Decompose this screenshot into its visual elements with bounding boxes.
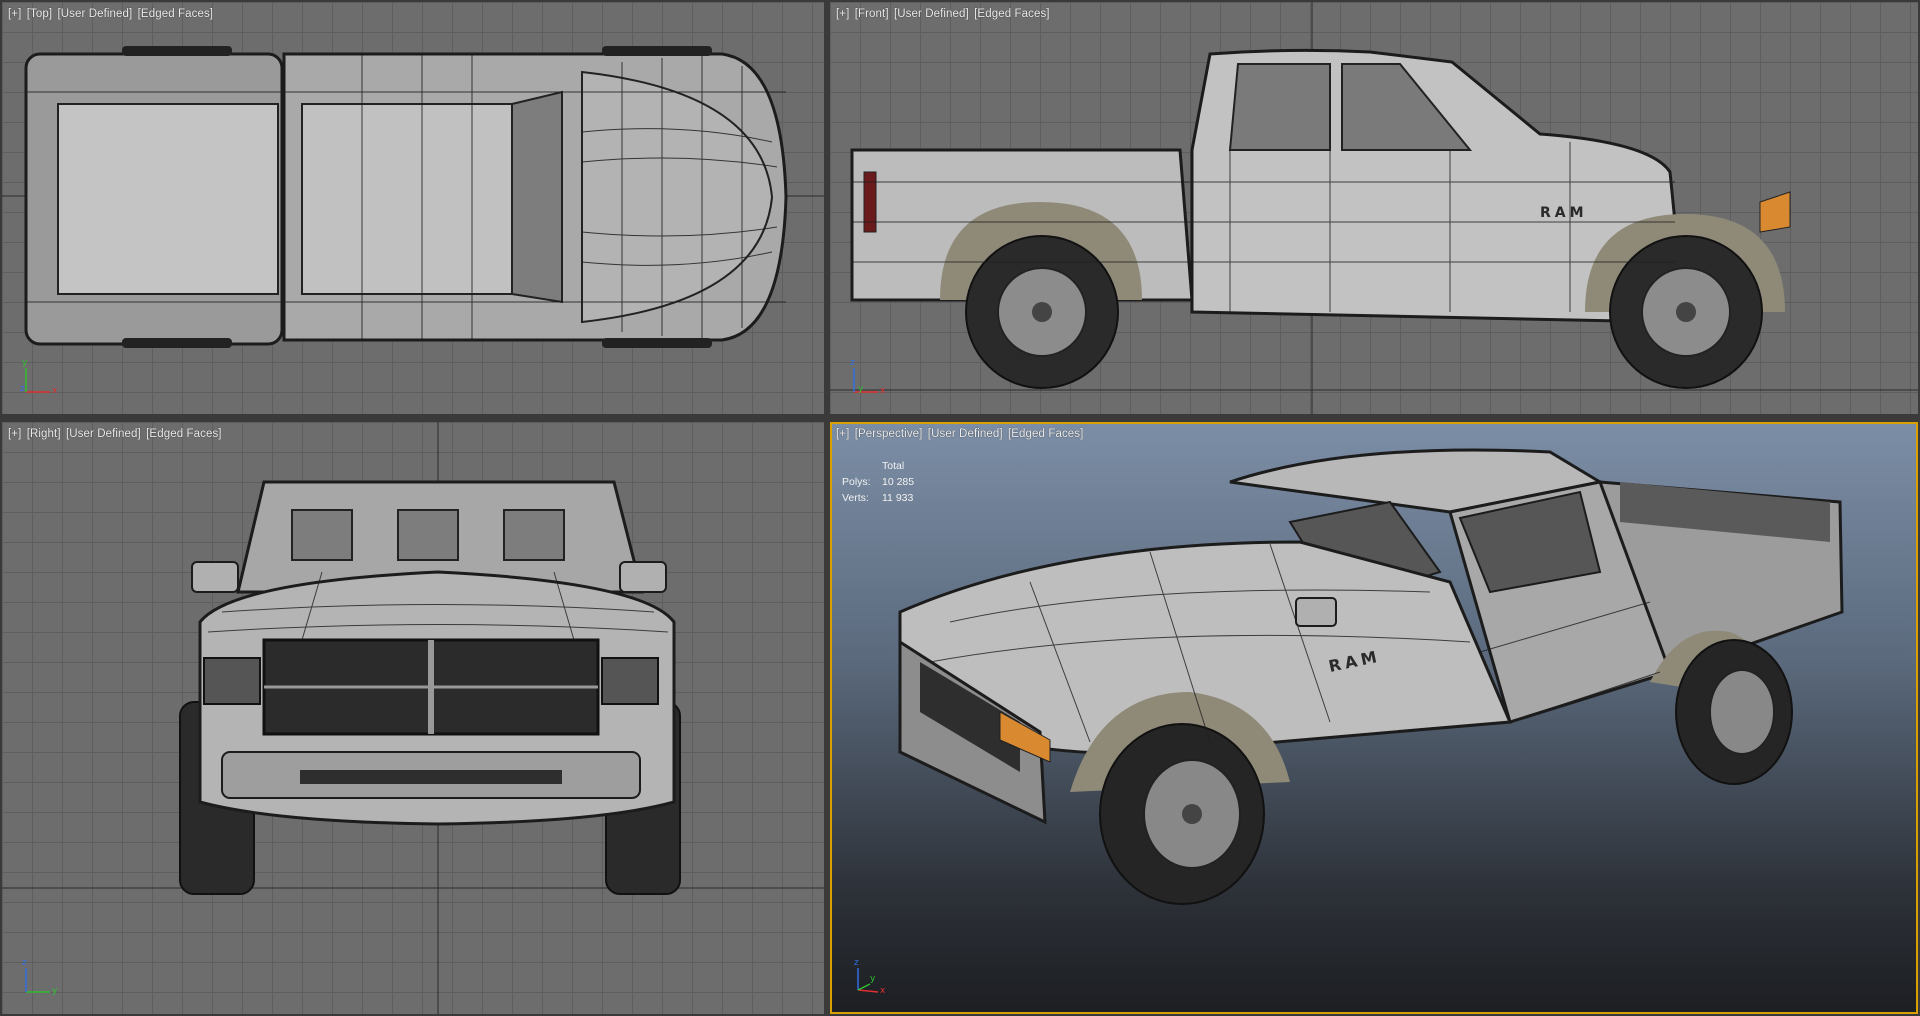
viewport-label-top[interactable]: [+] [Top] [User Defined] [Edged Faces] bbox=[8, 8, 215, 20]
viewport-label-front[interactable]: [+] [Front] [User Defined] [Edged Faces] bbox=[836, 8, 1052, 20]
viewport-menu-button[interactable]: [+] bbox=[8, 428, 21, 440]
ram-badge-side: RAM bbox=[1540, 205, 1588, 221]
viewport-menu-button[interactable]: [+] bbox=[836, 8, 849, 20]
statistics-overlay: Total Polys: 10 285 Verts: 11 933 bbox=[842, 458, 942, 506]
axis-x-label: x bbox=[880, 986, 886, 996]
axis-tripod-icon: y z bbox=[20, 958, 60, 998]
view-type-label[interactable]: [Top] bbox=[27, 8, 52, 20]
truck-front-view bbox=[2, 422, 824, 1014]
viewport-perspective[interactable]: RAM [+] [Perspective] [User Defined] [Ed… bbox=[830, 422, 1918, 1014]
display-mode-label[interactable]: [Edged Faces] bbox=[138, 8, 213, 20]
axis-tripod-icon: x z y bbox=[848, 958, 888, 998]
viewport-right[interactable]: [+] [Right] [User Defined] [Edged Faces]… bbox=[2, 422, 824, 1014]
display-mode-label[interactable]: [Edged Faces] bbox=[146, 428, 221, 440]
viewport-front[interactable]: RAM [+] [Front] [User Defined] [Edged Fa… bbox=[830, 2, 1918, 414]
viewport-menu-button[interactable]: [+] bbox=[8, 8, 21, 20]
verts-value: 11 933 bbox=[882, 492, 914, 504]
stats-header: Total bbox=[882, 460, 905, 472]
axis-y-label: y bbox=[52, 986, 58, 996]
axis-y-label: y bbox=[858, 384, 864, 394]
axis-y-label: y bbox=[870, 974, 876, 984]
axis-z-label: z bbox=[22, 958, 27, 968]
truck-top-view bbox=[2, 46, 824, 348]
axis-tripod-icon: x z y bbox=[848, 358, 888, 398]
viewport-label-right[interactable]: [+] [Right] [User Defined] [Edged Faces] bbox=[8, 428, 224, 440]
axis-y-label: y bbox=[22, 358, 28, 368]
shading-label[interactable]: [User Defined] bbox=[57, 8, 132, 20]
axis-z-label: z bbox=[854, 958, 859, 968]
display-mode-label[interactable]: [Edged Faces] bbox=[1008, 428, 1083, 440]
axis-z-label: z bbox=[20, 384, 25, 394]
viewport-top[interactable]: [+] [Top] [User Defined] [Edged Faces] x… bbox=[2, 2, 824, 414]
shading-label[interactable]: [User Defined] bbox=[894, 8, 969, 20]
shading-label[interactable]: [User Defined] bbox=[66, 428, 141, 440]
view-type-label[interactable]: [Right] bbox=[27, 428, 61, 440]
axis-z-label: z bbox=[850, 358, 855, 368]
display-mode-label[interactable]: [Edged Faces] bbox=[974, 8, 1049, 20]
axis-tripod-icon: x y z bbox=[20, 358, 60, 398]
polys-value: 10 285 bbox=[882, 476, 915, 488]
viewport-label-perspective[interactable]: [+] [Perspective] [User Defined] [Edged … bbox=[836, 428, 1085, 440]
truck-side-view: RAM bbox=[830, 2, 1918, 414]
shading-label[interactable]: [User Defined] bbox=[928, 428, 1003, 440]
view-type-label[interactable]: [Perspective] bbox=[855, 428, 923, 440]
polys-label: Polys: bbox=[842, 476, 871, 488]
viewport-menu-button[interactable]: [+] bbox=[836, 428, 849, 440]
truck-perspective-view: RAM bbox=[898, 448, 1844, 905]
axis-x-label: x bbox=[880, 386, 886, 396]
axis-x-label: x bbox=[52, 386, 58, 396]
verts-label: Verts: bbox=[842, 492, 869, 504]
view-type-label[interactable]: [Front] bbox=[855, 8, 889, 20]
